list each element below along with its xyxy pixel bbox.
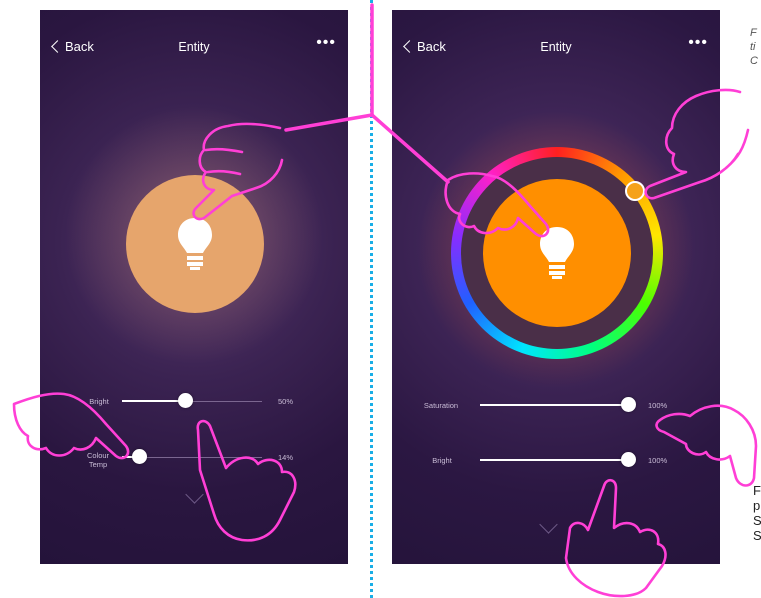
bright-slider-thumb[interactable] xyxy=(178,393,193,408)
caption-top-right: F ti C xyxy=(750,27,758,67)
right-phone-screen: Back Entity ••• Saturation 100% Bright 1… xyxy=(392,10,720,564)
right-more-icon[interactable]: ••• xyxy=(688,34,708,52)
bright-track-fill xyxy=(480,459,628,461)
colour-temp-label: Colour Temp xyxy=(86,451,110,469)
chevron-down-icon[interactable] xyxy=(185,485,204,504)
caption-bottom-right: F p S S xyxy=(753,483,761,543)
lightbulb-icon xyxy=(540,227,574,279)
saturation-slider-thumb[interactable] xyxy=(621,397,636,412)
left-more-icon[interactable]: ••• xyxy=(316,34,336,52)
lightbulb-icon xyxy=(178,218,212,270)
colour-temp-value: 14% xyxy=(278,453,294,462)
colour-temp-slider-thumb[interactable] xyxy=(131,449,147,464)
saturation-value: 100% xyxy=(648,401,668,410)
bright-track-fill xyxy=(122,400,185,402)
right-bulb-button[interactable] xyxy=(483,179,631,327)
chevron-down-icon[interactable] xyxy=(539,515,558,534)
bright-value: 100% xyxy=(648,456,668,465)
bright-label: Bright xyxy=(432,456,452,465)
right-top-bar: Back Entity ••• xyxy=(392,10,720,82)
saturation-track-fill xyxy=(480,404,628,406)
left-bulb-button[interactable] xyxy=(126,175,264,313)
left-top-bar: Back Entity ••• xyxy=(40,10,348,82)
left-phone-screen: Back Entity ••• Bright 50% Colour Temp 1… xyxy=(40,10,348,564)
color-picker-handle[interactable] xyxy=(625,181,645,201)
right-page-title: Entity xyxy=(540,40,572,54)
bright-value: 50% xyxy=(278,397,294,406)
saturation-label: Saturation xyxy=(423,401,459,410)
bright-label: Bright xyxy=(89,397,109,406)
left-page-title: Entity xyxy=(178,40,210,54)
divider-line xyxy=(370,0,373,598)
bright-slider-thumb[interactable] xyxy=(621,452,636,467)
